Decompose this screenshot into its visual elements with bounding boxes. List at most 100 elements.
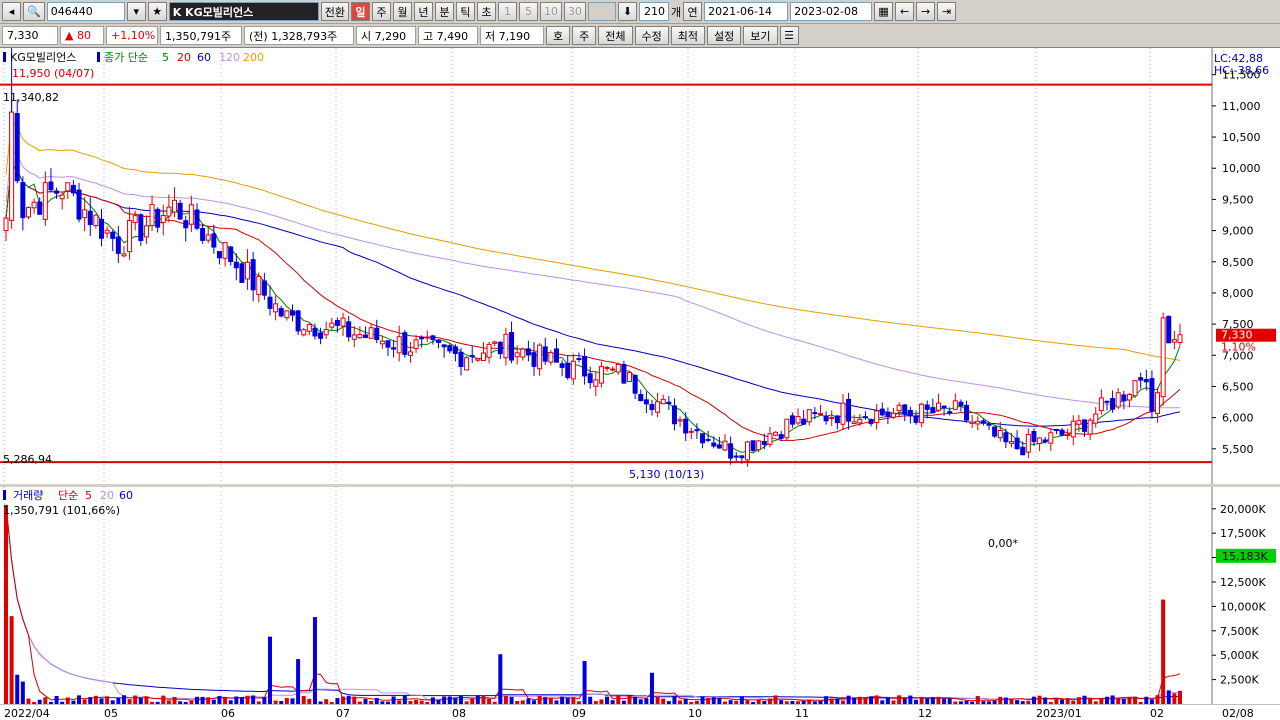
favorite-star-icon[interactable]: ★ — [147, 2, 167, 21]
period-year-button[interactable]: 년 — [413, 2, 433, 21]
search-icon[interactable]: 🔍 — [23, 2, 45, 21]
volume-legend-ma5: 5 — [85, 489, 92, 502]
candle-body — [65, 182, 71, 192]
settings-menu-button[interactable]: 설정 — [707, 26, 742, 45]
count-input[interactable]: 210 — [638, 2, 669, 21]
count-unit: 개 — [670, 5, 682, 19]
period-second-button[interactable]: 초 — [476, 2, 496, 21]
volume-chart[interactable]: 20,000K17,500K15,000K12,500K10,000K7,500… — [0, 487, 1280, 704]
stock-code-input[interactable]: 046440 — [46, 2, 125, 21]
volume-axis: 20,000K17,500K15,000K12,500K10,000K7,500… — [1212, 503, 1276, 687]
minute-5-button[interactable]: 5 — [518, 2, 538, 21]
layout-icon[interactable]: ☰ — [779, 26, 799, 45]
candle-body — [503, 333, 509, 359]
candle-body — [132, 215, 138, 223]
volume-bar — [582, 661, 587, 704]
volume-bar — [1031, 696, 1036, 704]
candle-body — [1115, 392, 1121, 408]
candle-body — [318, 332, 324, 339]
prev-volume: (전) 1,328,793주 — [244, 26, 354, 45]
candle-body — [256, 275, 262, 296]
down-arrow-icon[interactable]: ⬇ — [617, 2, 637, 21]
period-tick-button[interactable]: 틱 — [455, 2, 475, 21]
date-label: 12 — [918, 707, 932, 720]
candle-body — [37, 201, 43, 215]
candle-body — [340, 317, 346, 327]
all-menu-button[interactable]: 전체 — [598, 26, 633, 45]
volume-bar — [1076, 697, 1081, 704]
minute-10-button[interactable]: 10 — [539, 2, 562, 21]
period-day-button[interactable]: 일 — [350, 2, 370, 21]
candle-body — [149, 204, 155, 226]
date-label: 08 — [452, 707, 466, 720]
period-minute-button[interactable]: 분 — [434, 2, 454, 21]
view-menu-button[interactable]: 보기 — [743, 26, 778, 45]
prev-arrow-icon[interactable]: ◂ — [2, 2, 21, 21]
forward-arrow-icon[interactable]: → — [916, 2, 936, 21]
volume-bar — [739, 696, 744, 704]
volume-bar — [296, 659, 301, 704]
candle-body — [806, 409, 812, 423]
candle-body — [621, 364, 627, 384]
volume-bar — [245, 695, 250, 704]
back-arrow-icon[interactable]: ← — [895, 2, 915, 21]
candle-body — [166, 206, 172, 217]
candle-body — [121, 253, 127, 257]
support-resistance-lines[interactable] — [0, 83, 1212, 464]
volume-bar — [543, 697, 548, 704]
candle-body — [1160, 317, 1166, 398]
order-button[interactable]: 주 — [572, 26, 597, 45]
minute-1-button[interactable]: 1 — [497, 2, 517, 21]
period-week-button[interactable]: 주 — [371, 2, 391, 21]
candle-body — [469, 355, 475, 358]
candle-body — [188, 204, 194, 225]
optimize-menu-button[interactable]: 최적 — [670, 26, 705, 45]
adjust-menu-button[interactable]: 수정 — [634, 26, 669, 45]
price-chart[interactable]: 11,50011,00010,50010,0009,5009,0008,5008… — [0, 46, 1280, 484]
candle-body — [396, 336, 402, 354]
convert-button[interactable]: 전환 — [320, 2, 349, 21]
hoga-button[interactable]: 호 — [546, 26, 571, 45]
candles — [3, 46, 1183, 467]
candle-body — [891, 412, 897, 418]
volume-bar — [447, 696, 452, 704]
vol-tick-label: 5,000K — [1220, 649, 1259, 662]
candle-body — [660, 398, 666, 405]
candle-body — [947, 411, 953, 414]
volume-bar — [341, 696, 346, 704]
vol-tick-label: 12,500K — [1220, 576, 1266, 589]
candle-body — [553, 348, 559, 363]
low-price: 저 7,190 — [480, 26, 544, 45]
scroll-end-icon[interactable]: ⇥ — [937, 2, 957, 21]
candle-body — [823, 415, 829, 422]
volume-bar — [194, 696, 199, 704]
candle-body — [143, 225, 149, 238]
candle-body — [379, 340, 385, 345]
volume-bar — [93, 695, 98, 704]
candle-body — [958, 401, 964, 407]
candle-body — [93, 214, 99, 227]
minute-30-button[interactable]: 30 — [563, 2, 586, 21]
save-icon[interactable]: ▦ — [874, 2, 894, 21]
upper-line-label: 11,340,82 — [3, 91, 59, 104]
legend-ma-label: 종가 단순 — [104, 51, 148, 64]
end-date-input[interactable]: 2023-02-08 — [790, 2, 873, 21]
code-dropdown-icon[interactable]: ▾ — [126, 2, 146, 21]
volume-chart-panel[interactable]: 20,000K17,500K15,000K12,500K10,000K7,500… — [0, 487, 1280, 704]
start-date-input[interactable]: 2021-06-14 — [704, 2, 789, 21]
year-toggle[interactable]: 연 — [683, 2, 703, 21]
candle-body — [610, 368, 616, 371]
candle-body — [514, 352, 520, 358]
custom-minute-input[interactable] — [587, 2, 616, 21]
candle-body — [87, 210, 93, 226]
candle-body — [413, 339, 419, 350]
volume-bar — [54, 695, 59, 704]
candle-body — [862, 416, 868, 419]
volume-bar — [391, 696, 396, 704]
candle-body — [1020, 446, 1026, 456]
price-tick-label: 11,000 — [1222, 100, 1261, 113]
price-chart-panel[interactable]: 11,500 11,000 10,500 10,000 9,500 9,000 8,500 8… — [0, 46, 1280, 484]
candle-body — [744, 441, 750, 461]
candle-body — [1008, 440, 1014, 444]
period-month-button[interactable]: 월 — [392, 2, 412, 21]
